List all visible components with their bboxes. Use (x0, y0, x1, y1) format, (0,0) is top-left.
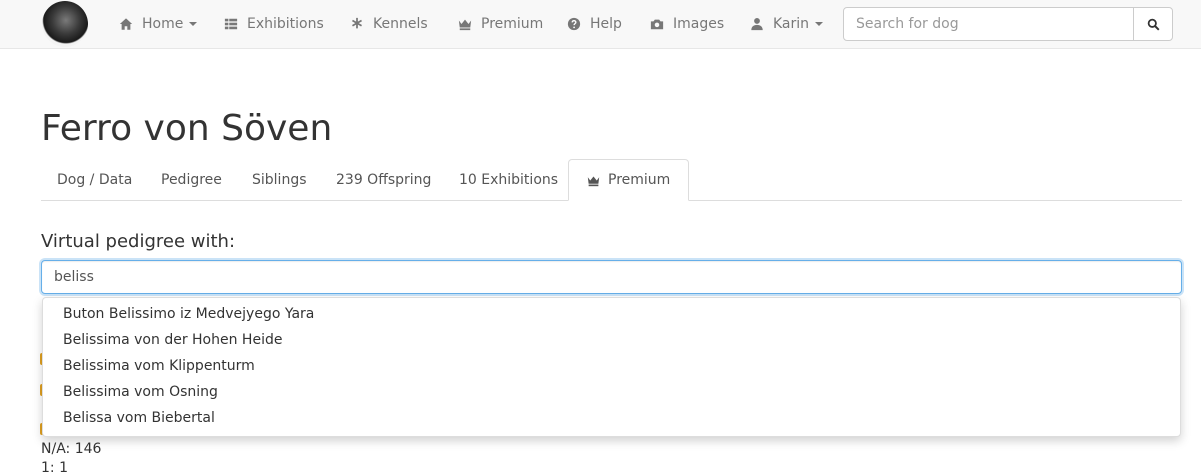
virtual-pedigree-input[interactable] (41, 260, 1182, 294)
tab-exhibitions[interactable]: 10 Exhibitions (459, 159, 558, 200)
virtual-pedigree-label: Virtual pedigree with: (41, 231, 236, 252)
grid-icon (224, 18, 238, 30)
nav-home[interactable]: Home (119, 0, 198, 48)
autocomplete-option[interactable]: Belissima von der Hohen Heide (43, 327, 1180, 353)
tab-premium-label: Premium (608, 172, 671, 188)
autocomplete-option[interactable]: Belissima vom Osning (43, 379, 1180, 405)
home-icon (119, 18, 133, 30)
search-button[interactable] (1133, 8, 1172, 40)
tab-pedigree[interactable]: Pedigree (161, 159, 222, 200)
tab-premium[interactable]: Premium (568, 159, 690, 201)
nav-exhibitions-label: Exhibitions (247, 16, 324, 32)
site-logo[interactable] (42, 1, 88, 47)
nav-images-label: Images (673, 16, 725, 32)
nav-search-input[interactable] (844, 8, 1136, 40)
search-icon (1147, 18, 1159, 30)
page-title: Ferro von Söven (41, 108, 333, 149)
chevron-down-icon (815, 22, 824, 26)
nav-help[interactable]: Help (567, 0, 622, 48)
autocomplete-option[interactable]: Buton Belissimo iz Medvejyego Yara (43, 301, 1180, 327)
nav-user-label: Karin (773, 16, 810, 32)
top-navbar: Home Exhibitions Kennels Premium Help Im… (0, 0, 1201, 49)
autocomplete-option[interactable]: Belissa vom Biebertal (43, 405, 1180, 431)
tab-siblings[interactable]: Siblings (252, 159, 307, 200)
nav-search-box (843, 7, 1173, 41)
nav-kennels-label: Kennels (373, 16, 428, 32)
nav-premium-label: Premium (481, 16, 544, 32)
crown-icon (458, 19, 472, 31)
camera-icon (650, 19, 664, 30)
ratio-text: 1: 1 (41, 460, 68, 476)
tab-dog-data[interactable]: Dog / Data (57, 159, 132, 200)
nav-user-menu[interactable]: Karin (750, 0, 824, 48)
dog-tabs: Dog / Data Pedigree Siblings 239 Offspri… (41, 159, 1182, 201)
asterisk-icon (352, 17, 362, 29)
nav-home-label: Home (142, 16, 184, 32)
user-icon (751, 18, 763, 31)
question-icon (567, 17, 581, 31)
na-count-text: N/A: 146 (41, 441, 102, 457)
nav-help-label: Help (590, 16, 622, 32)
autocomplete-option[interactable]: Belissima vom Klippenturm (43, 353, 1180, 379)
nav-premium[interactable]: Premium (458, 0, 543, 48)
nav-images[interactable]: Images (650, 0, 724, 48)
tab-offspring[interactable]: 239 Offspring (336, 159, 431, 200)
nav-kennels[interactable]: Kennels (350, 0, 428, 48)
nav-exhibitions[interactable]: Exhibitions (224, 0, 324, 48)
autocomplete-dropdown: Buton Belissimo iz Medvejyego Yara Belis… (42, 297, 1181, 437)
crown-icon (587, 175, 600, 186)
chevron-down-icon (189, 22, 198, 26)
